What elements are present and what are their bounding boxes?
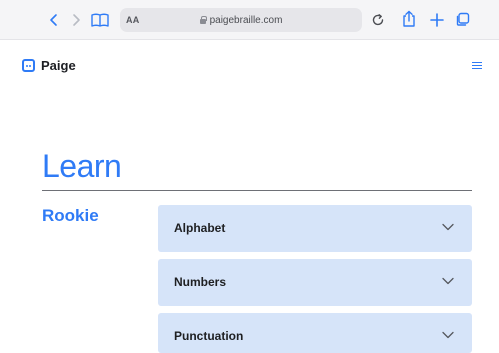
level-heading: Rookie bbox=[42, 206, 99, 225]
chevron-down-icon bbox=[442, 223, 454, 231]
plus-icon bbox=[430, 13, 444, 27]
new-tab-button[interactable] bbox=[426, 9, 448, 31]
braille-cell-icon bbox=[22, 58, 35, 72]
back-button[interactable] bbox=[44, 10, 64, 30]
address-bar[interactable]: AA paigebraille.com bbox=[120, 8, 362, 32]
book-icon bbox=[91, 13, 109, 27]
accordion-label: Alphabet bbox=[174, 221, 226, 235]
lock-icon bbox=[199, 16, 207, 24]
reload-icon bbox=[372, 14, 384, 26]
accordion-punctuation[interactable]: Punctuation bbox=[158, 313, 472, 353]
forward-button[interactable] bbox=[66, 10, 86, 30]
chevron-right-icon bbox=[73, 14, 80, 26]
hamburger-menu-button[interactable] bbox=[472, 60, 486, 72]
browser-toolbar: AA paigebraille.com bbox=[0, 0, 499, 40]
bookmarks-button[interactable] bbox=[88, 10, 112, 30]
share-icon bbox=[403, 10, 415, 27]
menu-line-icon bbox=[472, 62, 482, 63]
menu-line-icon bbox=[472, 65, 482, 66]
text-size-button[interactable]: AA bbox=[126, 12, 139, 28]
accordion-label: Punctuation bbox=[174, 329, 244, 343]
site-logo[interactable]: Paige bbox=[22, 56, 76, 74]
accordion-alphabet[interactable]: Alphabet bbox=[158, 205, 472, 252]
logo-text: Paige bbox=[41, 57, 76, 73]
page-title: Learn bbox=[42, 148, 122, 184]
tab-overview-button[interactable] bbox=[452, 10, 472, 30]
chevron-left-icon bbox=[50, 14, 57, 26]
site-header: Paige bbox=[0, 40, 499, 86]
chevron-down-icon bbox=[442, 331, 454, 339]
tabs-icon bbox=[456, 12, 470, 26]
url-text: paigebraille.com bbox=[209, 14, 283, 26]
url-display[interactable]: paigebraille.com bbox=[160, 8, 322, 32]
chevron-down-icon bbox=[442, 277, 454, 285]
accordion-label: Numbers bbox=[174, 275, 227, 289]
menu-line-icon bbox=[472, 68, 482, 69]
title-divider bbox=[42, 190, 472, 191]
reload-button[interactable] bbox=[368, 10, 388, 30]
accordion-numbers[interactable]: Numbers bbox=[158, 259, 472, 306]
share-button[interactable] bbox=[398, 8, 420, 30]
